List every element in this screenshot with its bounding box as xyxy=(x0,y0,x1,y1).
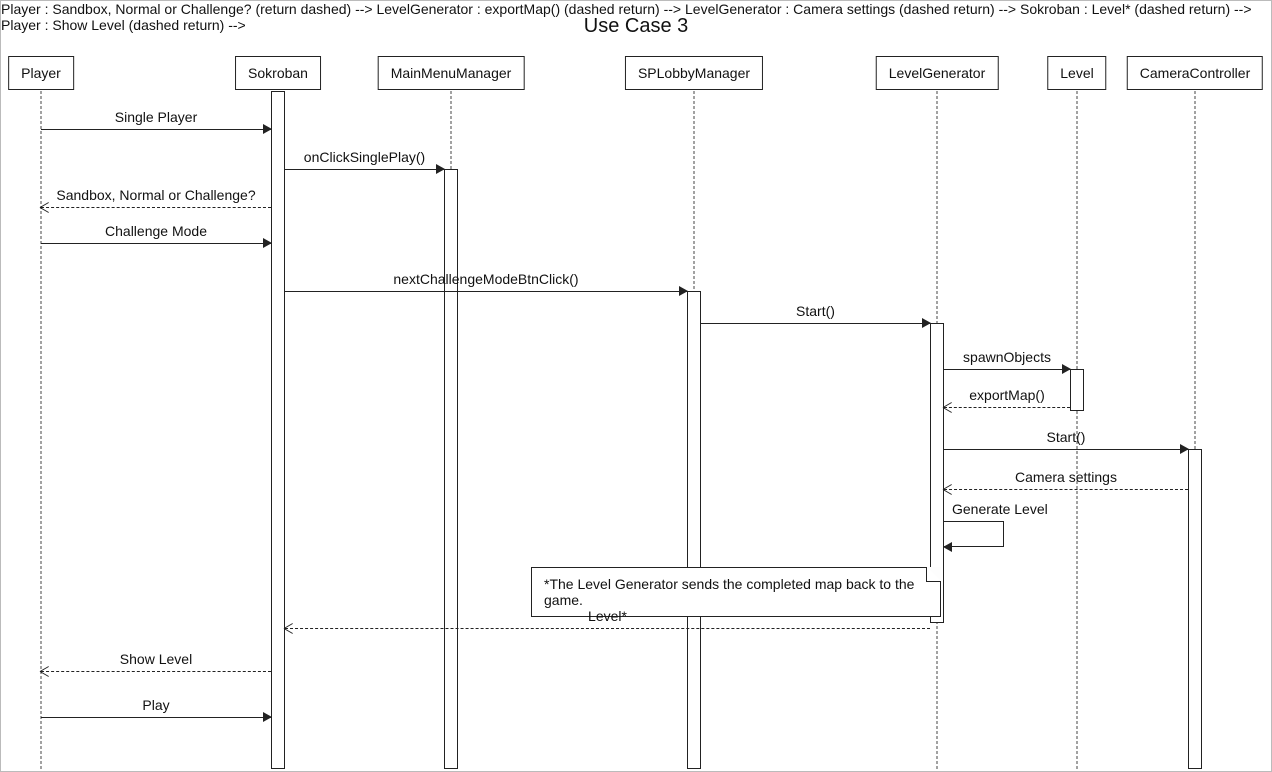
participant-player: Player xyxy=(8,56,74,90)
msg-label: spawnObjects xyxy=(944,349,1070,365)
sequence-diagram: Use Case 3 Player Sokroban MainMenuManag… xyxy=(0,0,1272,772)
msg-label: Level* xyxy=(285,608,930,624)
msg-label: Start() xyxy=(944,429,1188,445)
activation-splobby xyxy=(687,291,701,769)
participant-mainmenu: MainMenuManager xyxy=(378,56,525,90)
msg-label: onClickSinglePlay() xyxy=(285,149,444,165)
activation-level xyxy=(1070,369,1084,411)
msg-label: Play xyxy=(41,697,271,713)
participant-level: Level xyxy=(1047,56,1106,90)
participant-levelgen: LevelGenerator xyxy=(876,56,999,90)
msg-label: Single Player xyxy=(41,109,271,125)
msg-label: Challenge Mode xyxy=(41,223,271,239)
msg-label: Generate Level xyxy=(952,501,1048,517)
participant-sokroban: Sokroban xyxy=(235,56,321,90)
msg-label: Camera settings xyxy=(944,469,1188,485)
msg-label: exportMap() xyxy=(944,387,1070,403)
msg-generate-level: Generate Level xyxy=(944,521,1004,547)
note-text: *The Level Generator sends the completed… xyxy=(544,576,914,608)
msg-label: Show Level xyxy=(41,651,271,667)
activation-camera xyxy=(1188,449,1202,769)
msg-label: Sandbox, Normal or Challenge? xyxy=(41,187,271,203)
diagram-title: Use Case 3 xyxy=(1,15,1271,38)
activation-sokroban xyxy=(271,91,285,769)
participant-camera: CameraController xyxy=(1127,56,1263,90)
msg-label: nextChallengeModeBtnClick() xyxy=(285,271,687,287)
msg-label: Start() xyxy=(701,303,930,319)
participant-splobby: SPLobbyManager xyxy=(625,56,763,90)
activation-mainmenu xyxy=(444,169,458,769)
